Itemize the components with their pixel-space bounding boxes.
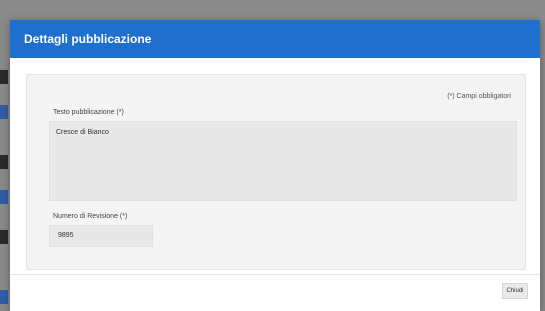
numero-label: Numero di Revisione (*) xyxy=(53,213,128,220)
testo-label: Testo pubblicazione (*) xyxy=(53,109,124,116)
modal-body: (*) Campi obbligatori Testo pubblicazion… xyxy=(26,74,526,270)
required-fields-note: (*) Campi obbligatori xyxy=(447,93,511,100)
background-marker xyxy=(0,290,8,304)
modal-footer-divider xyxy=(10,274,540,275)
modal-title: Dettagli pubblicazione xyxy=(24,32,152,46)
background-marker xyxy=(0,70,8,84)
testo-textarea[interactable]: Cresce di Bianco xyxy=(49,121,517,201)
numero-input[interactable]: 9895 xyxy=(49,225,153,247)
details-modal: Dettagli pubblicazione (*) Campi obbliga… xyxy=(10,20,540,311)
background-marker xyxy=(0,230,8,244)
background-marker xyxy=(0,155,8,169)
modal-header: Dettagli pubblicazione xyxy=(10,20,540,58)
close-button[interactable]: Chiudi xyxy=(502,283,528,299)
background-marker xyxy=(0,190,8,204)
background-marker xyxy=(0,105,8,119)
